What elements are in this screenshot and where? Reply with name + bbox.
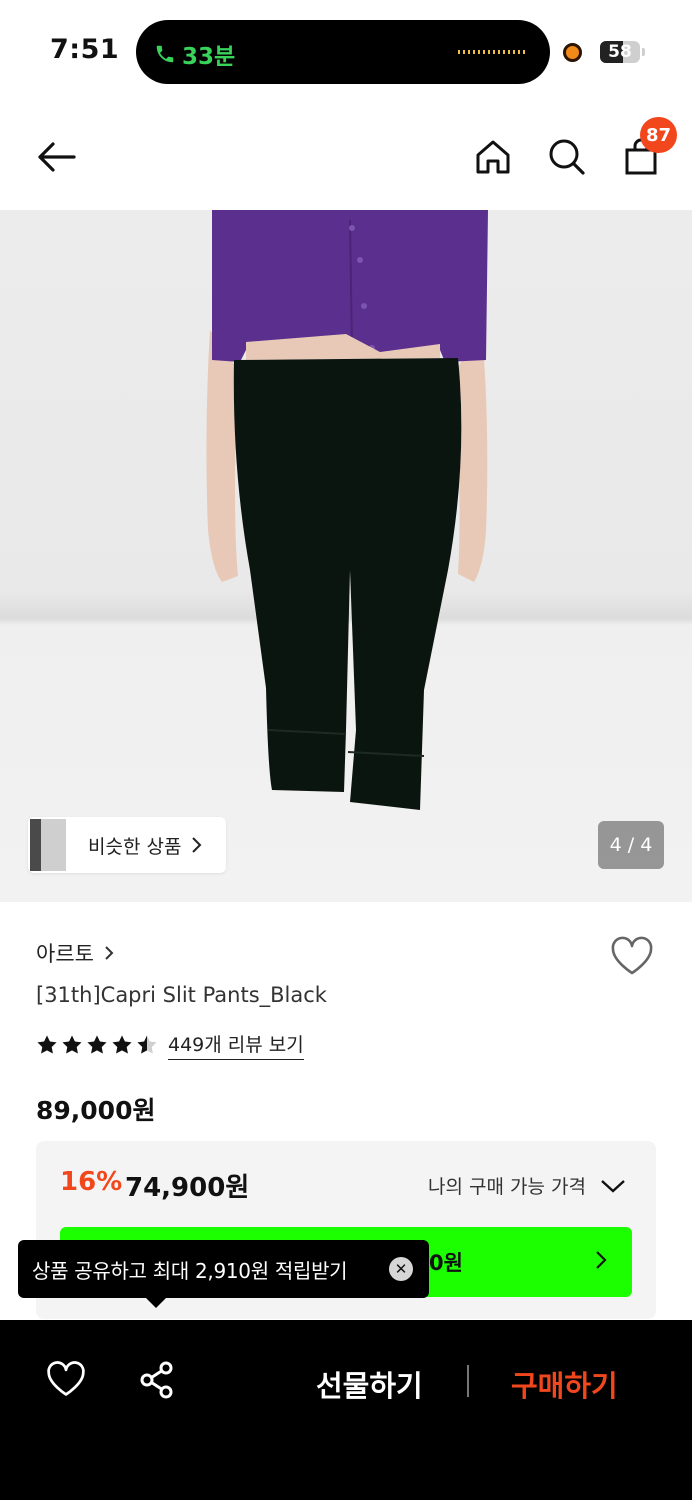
- brand-name: 아르토: [36, 942, 94, 966]
- search-button[interactable]: [542, 132, 592, 182]
- similar-products-button[interactable]: 비슷한 상품: [28, 817, 226, 873]
- chevron-right-icon: [192, 837, 202, 853]
- share-reward-tooltip: 상품 공유하고 최대 2,910원 적립받기 ✕: [18, 1240, 429, 1308]
- back-button[interactable]: [31, 132, 81, 182]
- bottom-action-bar: 선물하기 구매하기: [0, 1320, 692, 1500]
- dynamic-island[interactable]: 33분: [136, 20, 550, 84]
- similar-products-label: 비슷한 상품: [88, 835, 182, 858]
- divider: [467, 1365, 469, 1397]
- chevron-right-icon: [105, 946, 114, 960]
- heart-outline-icon: [611, 936, 653, 975]
- sale-price: 74,900원: [125, 1173, 250, 1203]
- top-navigation: [0, 104, 692, 210]
- tooltip-text: 상품 공유하고 최대 2,910원 적립받기: [32, 1258, 348, 1283]
- phone-icon: [156, 45, 174, 63]
- model-photo: [206, 210, 488, 810]
- star-icon: [87, 1035, 107, 1054]
- image-counter: 4 / 4: [598, 821, 664, 869]
- star-icon: [137, 1035, 157, 1054]
- reviews-link[interactable]: 449개 리뷰 보기: [168, 1030, 304, 1060]
- status-bar: 7:51 33분 58: [0, 0, 692, 104]
- bottom-wishlist-button[interactable]: [46, 1360, 86, 1402]
- star-icon: [37, 1035, 57, 1054]
- battery-tip: [642, 48, 645, 56]
- rating-stars: [36, 1034, 158, 1056]
- original-price: 89,000원: [36, 1096, 156, 1125]
- my-price-toggle[interactable]: 나의 구매 가능 가격: [428, 1172, 626, 1199]
- star-icon: [112, 1035, 132, 1054]
- buy-button[interactable]: 구매하기: [511, 1363, 618, 1405]
- home-button[interactable]: [468, 132, 518, 182]
- tooltip-tail: [146, 1298, 166, 1308]
- chevron-right-icon: [596, 1251, 607, 1269]
- rating-row: 449개 리뷰 보기: [36, 1030, 304, 1060]
- status-time: 7:51: [50, 34, 120, 65]
- audio-wave-icon: [458, 50, 526, 54]
- call-indicator: 33분: [154, 37, 235, 71]
- similar-product-thumbnail: [30, 819, 66, 871]
- share-icon: [140, 1361, 173, 1399]
- recording-indicator-icon: [563, 43, 582, 62]
- close-tooltip-icon[interactable]: ✕: [389, 1257, 413, 1281]
- discount-rate: 16%: [60, 1167, 123, 1197]
- call-duration: 33분: [182, 44, 236, 70]
- chevron-down-icon: [601, 1179, 625, 1193]
- heart-outline-icon: [47, 1361, 85, 1396]
- back-arrow-icon: [38, 142, 76, 172]
- home-icon: [476, 140, 510, 174]
- gift-button[interactable]: 선물하기: [316, 1363, 423, 1405]
- share-button[interactable]: [137, 1360, 177, 1404]
- product-image[interactable]: [0, 210, 692, 902]
- cart-count-badge: 87: [640, 117, 678, 153]
- search-icon: [549, 139, 585, 175]
- battery-level: 58: [608, 42, 632, 62]
- coupon-amount: 0원: [429, 1251, 463, 1275]
- star-icon: [62, 1035, 82, 1054]
- my-price-label: 나의 구매 가능 가격: [428, 1176, 586, 1198]
- battery-icon: 58: [600, 41, 640, 63]
- wishlist-button[interactable]: [610, 936, 654, 980]
- brand-link[interactable]: 아르토: [36, 938, 114, 968]
- product-title: [31th]Capri Slit Pants_Black: [36, 983, 327, 1007]
